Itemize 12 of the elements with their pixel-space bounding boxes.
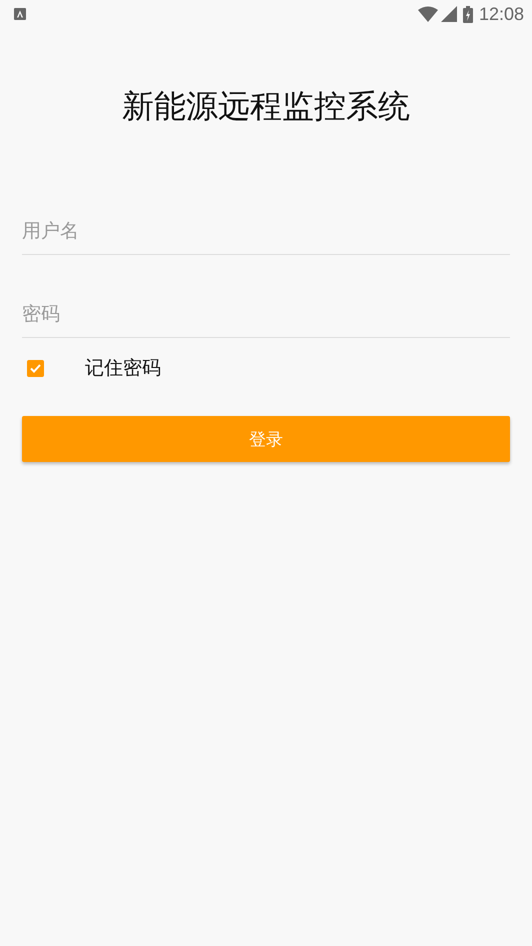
clock-time: 12:08 [478,4,524,24]
username-field[interactable]: 用户名 [22,212,510,255]
app-title: 新能源远程监控系统 [121,86,411,127]
signal-icon [440,6,457,22]
checkmark-icon [30,364,41,372]
login-button[interactable]: 登录 [22,416,510,462]
remember-checkbox[interactable] [27,360,44,376]
password-field[interactable]: 密码 [22,295,510,338]
remember-label: 记住密码 [85,356,161,381]
battery-charging-icon [462,6,473,22]
wifi-icon [418,6,438,22]
notification-icon [14,8,26,20]
